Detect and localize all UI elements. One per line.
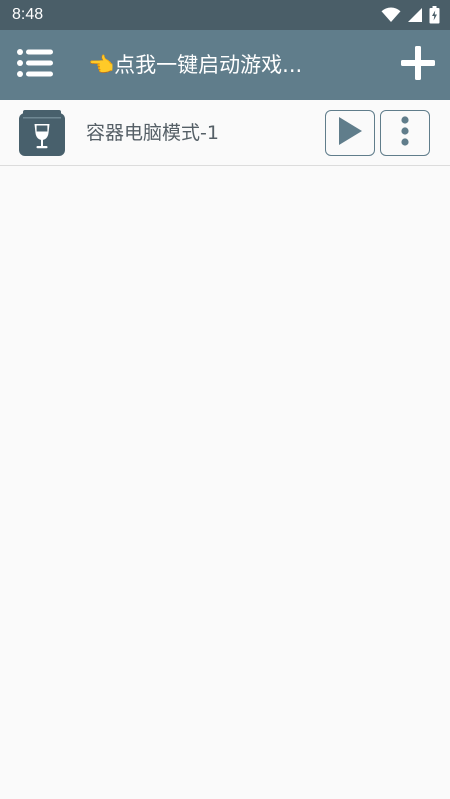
status-icons [381, 6, 440, 24]
wine-glass-box-icon [19, 110, 65, 156]
status-time: 8:48 [12, 6, 44, 23]
container-list: 容器电脑模式-1 [0, 100, 450, 166]
container-menu-button[interactable] [380, 110, 430, 156]
plus-icon [401, 46, 435, 84]
container-name: 容器电脑模式-1 [86, 122, 219, 144]
battery-charging-icon [429, 6, 440, 24]
status-bar: 8:48 [0, 0, 450, 30]
more-vertical-icon [400, 116, 410, 150]
play-icon [337, 116, 363, 150]
menu-list-icon [17, 49, 53, 81]
run-container-button[interactable] [325, 110, 375, 156]
app-bar: 👈点我一键启动游戏... [0, 30, 450, 100]
wifi-icon [381, 7, 401, 23]
menu-button[interactable] [14, 44, 56, 86]
container-list-item[interactable]: 容器电脑模式-1 [0, 100, 450, 166]
signal-icon [407, 7, 423, 23]
app-title[interactable]: 👈点我一键启动游戏... [88, 30, 378, 100]
add-container-button[interactable] [398, 45, 438, 85]
